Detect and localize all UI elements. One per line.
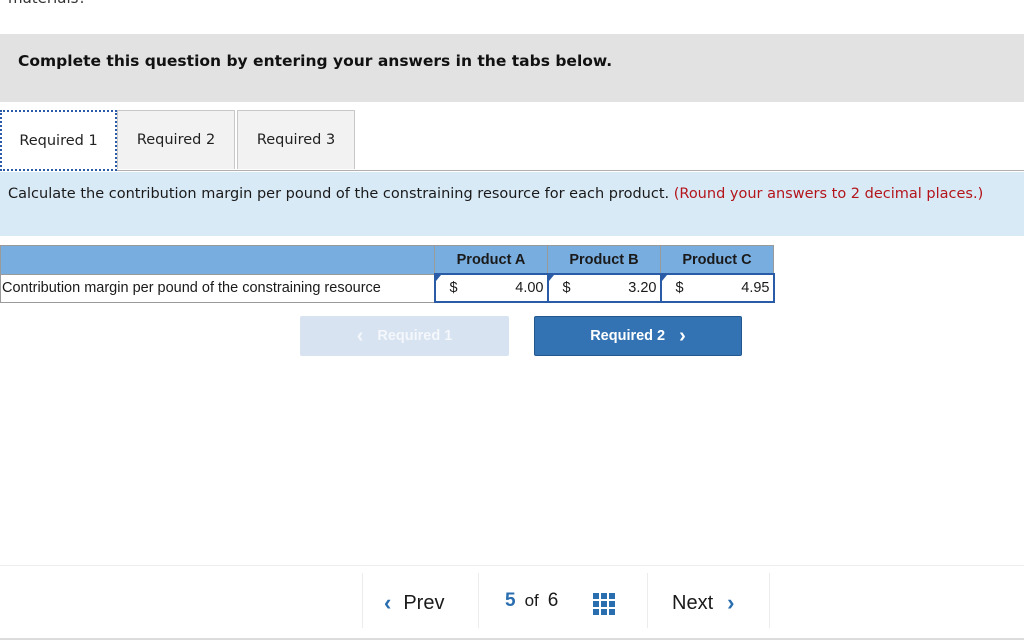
row-label: Contribution margin per pound of the con… <box>0 273 435 303</box>
chevron-left-icon: ‹ <box>384 590 392 615</box>
cell-value[interactable]: 3.20 <box>628 280 656 296</box>
chevron-right-icon: › <box>727 590 735 615</box>
banner-text: Complete this question by entering your … <box>18 52 613 70</box>
cell-flag-icon <box>548 275 554 281</box>
header-product-a: Product A <box>434 245 548 275</box>
tab-required-1[interactable]: Required 1 <box>0 110 117 171</box>
clipped-question-text: materials? <box>8 0 86 7</box>
grid-icon[interactable] <box>593 593 615 615</box>
pager-prev-label: Prev <box>403 591 445 614</box>
chevron-right-icon: › <box>679 324 686 347</box>
cell-value[interactable]: 4.00 <box>515 280 543 296</box>
currency-symbol: $ <box>675 280 684 296</box>
input-product-c[interactable]: $ 4.95 <box>659 273 775 303</box>
tab-divider <box>117 170 1024 171</box>
current-page: 5 <box>505 590 516 611</box>
tab-required-3[interactable]: Required 3 <box>237 110 355 169</box>
pager-separator <box>647 573 648 628</box>
cell-value[interactable]: 4.95 <box>741 280 769 296</box>
table-row: Contribution margin per pound of the con… <box>0 273 775 303</box>
pager-prev-button[interactable]: ‹ Prev <box>384 590 444 616</box>
next-required-label: Required 2 <box>590 328 666 344</box>
page-of: of <box>524 591 539 610</box>
currency-symbol: $ <box>562 280 571 296</box>
pager-separator <box>769 573 770 628</box>
instructions-text: Calculate the contribution margin per po… <box>8 184 1024 205</box>
cell-flag-icon <box>435 275 441 281</box>
pager-separator <box>478 573 479 628</box>
footer-divider <box>0 565 1024 566</box>
rounding-note: (Round your answers to 2 decimal places.… <box>673 186 984 202</box>
pager-next-label: Next <box>672 591 714 614</box>
next-required-button[interactable]: Required 2 › <box>534 316 742 356</box>
prev-required-label: Required 1 <box>377 328 453 344</box>
pager-next-button[interactable]: Next › <box>672 590 734 616</box>
currency-symbol: $ <box>449 280 458 296</box>
page-indicator: 5 of 6 <box>505 590 558 612</box>
total-pages: 6 <box>547 590 559 611</box>
tab-required-2[interactable]: Required 2 <box>117 110 235 169</box>
chevron-left-icon: ‹ <box>356 324 364 347</box>
header-blank <box>0 245 435 275</box>
input-product-a[interactable]: $ 4.00 <box>433 273 549 303</box>
answer-table: Product A Product B Product C Contributi… <box>0 245 775 303</box>
input-product-b[interactable]: $ 3.20 <box>546 273 662 303</box>
table-header-row: Product A Product B Product C <box>0 245 774 275</box>
cell-flag-icon <box>661 275 667 281</box>
header-product-b: Product B <box>547 245 661 275</box>
prev-required-button[interactable]: ‹ Required 1 <box>300 316 509 356</box>
instructions-main: Calculate the contribution margin per po… <box>8 186 670 202</box>
pager-separator <box>362 573 363 628</box>
header-product-c: Product C <box>660 245 774 275</box>
